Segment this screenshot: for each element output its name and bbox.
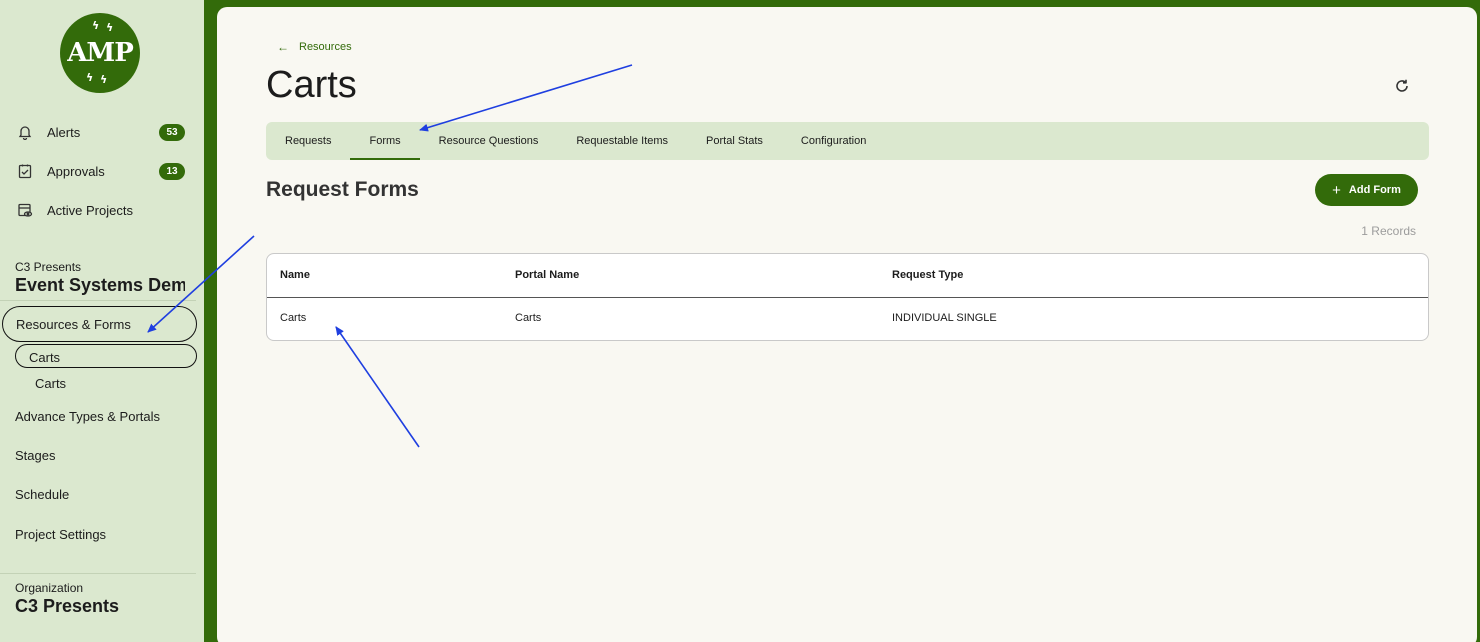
spark-icon: ϟ xyxy=(100,73,107,86)
cell-name[interactable]: Carts xyxy=(280,312,306,324)
sidebar-item-carts[interactable]: Carts xyxy=(29,350,60,365)
column-header-request-type[interactable]: Request Type xyxy=(892,269,963,281)
breadcrumb[interactable]: ← Resources xyxy=(277,40,352,54)
section-heading: Request Forms xyxy=(266,178,419,201)
sidebar-item-alerts[interactable]: Alerts 53 xyxy=(15,117,185,147)
arrow-left-icon: ← xyxy=(277,40,289,54)
breadcrumb-label: Resources xyxy=(299,41,352,53)
project-company: C3 Presents xyxy=(15,260,82,274)
column-header-name[interactable]: Name xyxy=(280,269,310,281)
add-form-button[interactable]: + Add Form xyxy=(1315,174,1418,206)
sidebar-item-label: Active Projects xyxy=(47,202,133,218)
tab-requests[interactable]: Requests xyxy=(266,122,350,160)
sidebar-subitem-carts[interactable]: Carts xyxy=(35,376,66,391)
tab-resource-questions[interactable]: Resource Questions xyxy=(420,122,558,160)
divider xyxy=(0,573,196,574)
amp-logo[interactable]: ϟ ϟ ϟ ϟ AMP xyxy=(60,13,140,93)
alerts-count-badge: 53 xyxy=(159,124,185,141)
spark-icon: ϟ xyxy=(92,19,99,32)
table-row[interactable]: Carts Carts INDIVIDUAL SINGLE xyxy=(267,298,1428,340)
column-header-portal-name[interactable]: Portal Name xyxy=(515,269,579,281)
cell-request-type: INDIVIDUAL SINGLE xyxy=(892,312,997,324)
clipboard-check-icon xyxy=(15,161,35,181)
sidebar-item-resources-forms[interactable]: Resources & Forms xyxy=(16,317,131,332)
cell-portal-name: Carts xyxy=(515,312,542,324)
records-count: 1 Records xyxy=(1361,224,1416,238)
tab-bar: Requests Forms Resource Questions Reques… xyxy=(266,122,1429,160)
page-title: Carts xyxy=(266,64,357,106)
table-header: Name Portal Name Request Type xyxy=(267,254,1428,298)
bell-icon xyxy=(15,122,35,142)
tab-forms[interactable]: Forms xyxy=(350,122,420,160)
sidebar-item-stages[interactable]: Stages xyxy=(15,448,55,463)
forms-table: Name Portal Name Request Type Carts Cart… xyxy=(266,253,1429,341)
sidebar-item-label: Alerts xyxy=(47,124,81,140)
spark-icon: ϟ xyxy=(86,71,93,84)
project-name[interactable]: Event Systems Demo xyxy=(15,275,185,296)
tab-portal-stats[interactable]: Portal Stats xyxy=(687,122,782,160)
refresh-icon[interactable] xyxy=(1391,75,1413,97)
sidebar-item-advance-types-portals[interactable]: Advance Types & Portals xyxy=(15,409,160,424)
organization-label: Organization xyxy=(15,581,84,595)
spark-icon: ϟ xyxy=(106,21,113,34)
tab-requestable-items[interactable]: Requestable Items xyxy=(557,122,687,160)
sidebar-item-approvals[interactable]: Approvals 13 xyxy=(15,156,185,186)
calendar-eye-icon xyxy=(15,200,35,220)
sidebar-item-label: Approvals xyxy=(47,163,105,179)
plus-icon: + xyxy=(1332,181,1341,199)
add-form-label: Add Form xyxy=(1348,184,1401,196)
tab-configuration[interactable]: Configuration xyxy=(782,122,885,160)
main-panel: ← Resources Carts Requests Forms Resourc… xyxy=(217,7,1477,642)
divider xyxy=(0,300,196,301)
organization-name[interactable]: C3 Presents xyxy=(15,596,185,617)
sidebar-item-project-settings[interactable]: Project Settings xyxy=(15,527,106,542)
sidebar: ϟ ϟ ϟ ϟ AMP Alerts 53 Approvals 13 Activ… xyxy=(0,0,204,642)
approvals-count-badge: 13 xyxy=(159,163,185,180)
sidebar-item-active-projects[interactable]: Active Projects xyxy=(15,195,185,225)
sidebar-item-schedule[interactable]: Schedule xyxy=(15,487,69,502)
logo-text: AMP xyxy=(67,38,134,68)
